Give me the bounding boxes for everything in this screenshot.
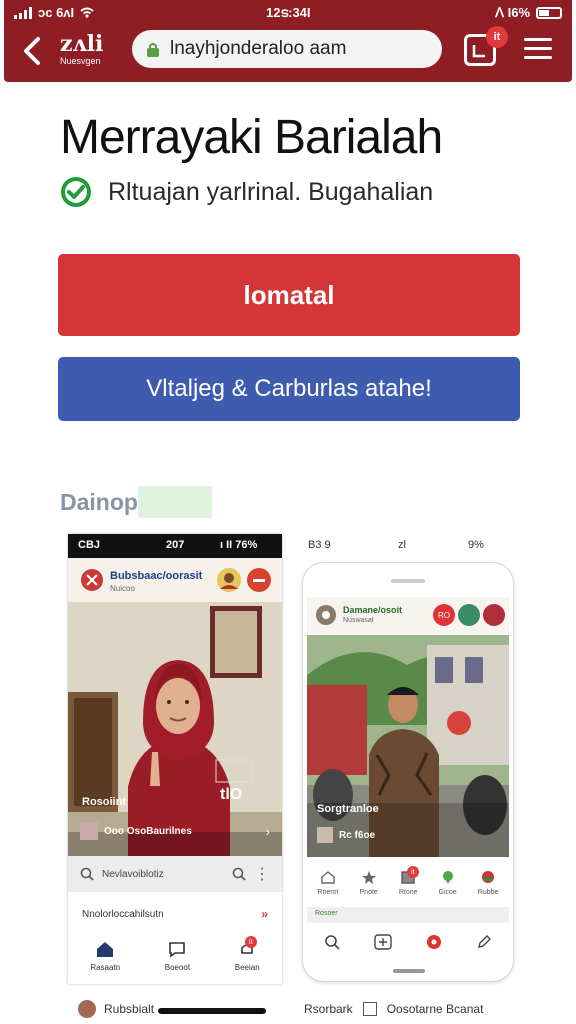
section-heading: Dainop: [60, 486, 212, 518]
phone1-thumb-icon: [80, 822, 98, 840]
phone1-nav-item-notify[interactable]: ít Beeian: [235, 936, 260, 972]
more-icon[interactable]: ⋮: [254, 864, 270, 884]
phone2-nav-profile[interactable]: Rubbe: [478, 870, 498, 896]
phone1-logo-icon: [81, 569, 103, 591]
phone2-nav-home[interactable]: Rnerot: [318, 870, 339, 896]
phone2-header-title: Damane/osoit: [343, 605, 403, 615]
footer-right-text2: Oosotarne Bcanat: [386, 1002, 484, 1016]
search-icon: [80, 867, 94, 881]
url-bar[interactable]: lnayhjonderaloo aam: [132, 30, 442, 68]
signal-icon: [14, 6, 32, 19]
browser-chrome: ɔc 6ᴧI 12ട:34I ⴷ I6% zʌli Nuesvgen lnayh…: [4, 0, 572, 82]
phone1-avatar-icon[interactable]: [216, 567, 242, 593]
phone2-status-bar: B3 9 zl 9%: [308, 539, 484, 551]
phone2-action-icon[interactable]: [483, 604, 505, 626]
phone1-header-title: Bubsbaac/oorasit: [110, 570, 203, 582]
phone2-photo-caption: Sorgtranloe: [317, 803, 379, 815]
menu-icon[interactable]: [524, 38, 552, 62]
phone1-photo-row-text: Ooo OsoBaurilnes: [104, 825, 192, 837]
phone2-speaker: [391, 579, 425, 583]
section-label: Dainop: [60, 488, 138, 515]
phone2-photo: [307, 635, 509, 857]
section-highlight: [137, 486, 212, 518]
phone2-nav-star[interactable]: Pnote: [360, 870, 378, 896]
chat-icon: [169, 942, 186, 958]
search-icon: [232, 867, 246, 881]
lock-icon: [147, 43, 159, 57]
double-chevron-icon: »: [261, 907, 268, 921]
phone2-bottom-nav: Rnerot Pnote it Rtone Gicoe Rubbe: [307, 861, 509, 905]
phone2-photo-row[interactable]: Rc f6oe: [317, 827, 375, 843]
chevron-right-icon: ›: [265, 823, 270, 839]
phone1-search-text: Nevlavoiblotiz: [102, 868, 164, 880]
status-right-text: ⴷ I6%: [495, 5, 530, 20]
site-logo[interactable]: zʌli Nuesvgen: [60, 32, 120, 67]
footer-left[interactable]: Rubsbialt: [78, 1000, 154, 1018]
carrier-text: ɔc 6ᴧI: [38, 5, 75, 20]
phone1-header-sub: Nuicoo: [110, 584, 135, 593]
phone2-logo-icon: [316, 605, 336, 625]
home-icon: [321, 871, 335, 884]
phone1-nav-item-home[interactable]: Rasaatn: [90, 940, 120, 972]
phone1-status-bar: CBJ 207 ı II 76%: [68, 534, 282, 558]
add-icon[interactable]: [374, 934, 392, 950]
phone1-photo: [68, 602, 282, 888]
phone1-status-left: CBJ: [78, 539, 101, 551]
phone2-nav-badge: it: [406, 866, 419, 878]
edit-icon[interactable]: [476, 934, 492, 950]
url-text[interactable]: lnayhjonderaloo aam: [170, 38, 346, 60]
phone1-nav-badge: ít: [244, 936, 257, 948]
tabs-count-badge: it: [486, 26, 508, 48]
home-icon: [97, 942, 114, 957]
location-pin-icon: [442, 871, 453, 884]
phone2-nav-location[interactable]: Gicoe: [439, 870, 457, 896]
phone2-header-sub: Nuswasat: [343, 617, 374, 624]
phone2-avatar-icon[interactable]: [458, 604, 480, 626]
phone1-photo-caption: Rosoiint: [82, 796, 126, 808]
verified-text: Rltuajan yarlrinal. Bugahalian: [108, 177, 434, 206]
wifi-icon: [80, 7, 94, 18]
star-icon: [361, 871, 376, 884]
status-bar: ɔc 6ᴧI 12ട:34I ⴷ I6%: [4, 0, 572, 26]
phone1-status-time: 207: [166, 539, 185, 551]
phone2-nav-inbox[interactable]: it Rtone: [399, 866, 419, 896]
status-time: 12ട:34I: [266, 5, 311, 20]
phone1-photo-row[interactable]: Ooo OsoBaurilnes ›: [80, 822, 270, 840]
browser-nav-row: zʌli Nuesvgen lnayhjonderaloo aam it: [4, 26, 572, 80]
footer-left-text: Rubsbialt: [104, 1002, 155, 1016]
phone2-sub-label: Rosoer: [307, 907, 509, 923]
footer-right[interactable]: Rsorbark Oosotarne Bcanat: [304, 1002, 483, 1016]
phone1-bottom-nav: Rasaatn Boeoot ít Beeian: [68, 928, 282, 984]
phone1-photo-badge: tlO: [220, 786, 243, 803]
phone2-toolbar: [307, 925, 509, 959]
footer-right-text1: Rsorbark: [304, 1002, 353, 1016]
phone2-home-indicator: [393, 969, 425, 973]
profile-icon: [482, 871, 495, 883]
phone1-nav-item-chat[interactable]: Boeoot: [165, 940, 190, 972]
back-arrow-icon[interactable]: [18, 34, 48, 68]
phone1-action-icon[interactable]: [246, 567, 272, 593]
phone2-thumb-icon: [317, 827, 333, 843]
phone1-promo-text: Nnolorloccahilsutn: [82, 908, 164, 920]
home-indicator: [158, 1008, 266, 1014]
phone1-header: Bubsbaac/oorasit Nuicoo: [68, 558, 282, 602]
search-icon[interactable]: [324, 934, 340, 950]
footer-checkbox[interactable]: [362, 1002, 377, 1016]
phone2-header: Damane/osoit Nuswasat RO: [307, 597, 509, 633]
page-title: Merrayaki Barialah: [60, 111, 443, 164]
phone-preview-1: CBJ 207 ı II 76% Bubsbaac/oorasit Nuicoo…: [68, 534, 282, 984]
footer-avatar: [78, 1000, 96, 1018]
primary-button[interactable]: lomatal: [58, 254, 520, 336]
battery-icon: [536, 7, 562, 19]
secondary-button[interactable]: Vltaljeg & Carburlas atahe!: [58, 357, 520, 421]
phone1-promo-row[interactable]: Nnolorloccahilsutn »: [68, 902, 282, 926]
checkmark-circle-icon: [61, 177, 91, 207]
verified-row: Rltuajan yarlrinal. Bugahalian: [60, 176, 433, 208]
phone2-header-badge[interactable]: RO: [433, 604, 455, 626]
phone1-search-bar[interactable]: Nevlavoiblotiz ⋮: [68, 856, 282, 892]
phone-preview-2: Damane/osoit Nuswasat RO Sorgtranloe Rc …: [302, 562, 514, 982]
phone1-status-right: ı II 76%: [220, 539, 258, 551]
record-icon[interactable]: [426, 934, 442, 950]
